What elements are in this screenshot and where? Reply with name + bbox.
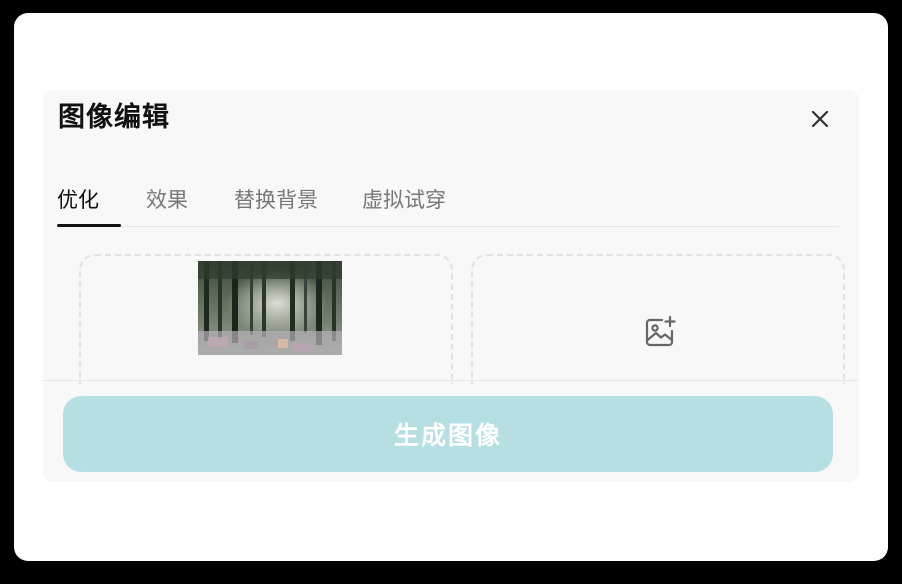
dialog-title: 图像编辑 [58, 102, 170, 133]
tab-bar: 优化 效果 替换背景 虚拟试穿 [57, 182, 839, 227]
add-image-icon[interactable] [642, 314, 678, 350]
source-image-slot[interactable] [79, 254, 453, 384]
tab-replace-background[interactable]: 替换背景 [234, 186, 318, 226]
tab-label: 效果 [146, 188, 188, 212]
active-tab-indicator [57, 224, 121, 227]
footer-divider [43, 380, 859, 381]
tab-optimize[interactable]: 优化 [57, 186, 121, 227]
target-image-slot[interactable] [471, 254, 845, 384]
tab-virtual-try-on[interactable]: 虚拟试穿 [362, 186, 446, 226]
tab-label: 优化 [57, 188, 99, 212]
app-window: 图像编辑 优化 效果 替换背景 虚拟试穿 生成图像 [14, 13, 888, 561]
generate-button-label: 生成图像 [393, 421, 502, 450]
forest-thumbnail-image [198, 261, 342, 355]
generate-image-button[interactable]: 生成图像 [63, 396, 833, 472]
close-button[interactable] [805, 104, 835, 134]
close-icon [811, 110, 829, 128]
tab-effects[interactable]: 效果 [146, 186, 188, 226]
tab-label: 虚拟试穿 [362, 188, 446, 212]
tab-label: 替换背景 [234, 188, 318, 212]
image-edit-dialog: 图像编辑 优化 效果 替换背景 虚拟试穿 生成图像 [43, 90, 859, 482]
